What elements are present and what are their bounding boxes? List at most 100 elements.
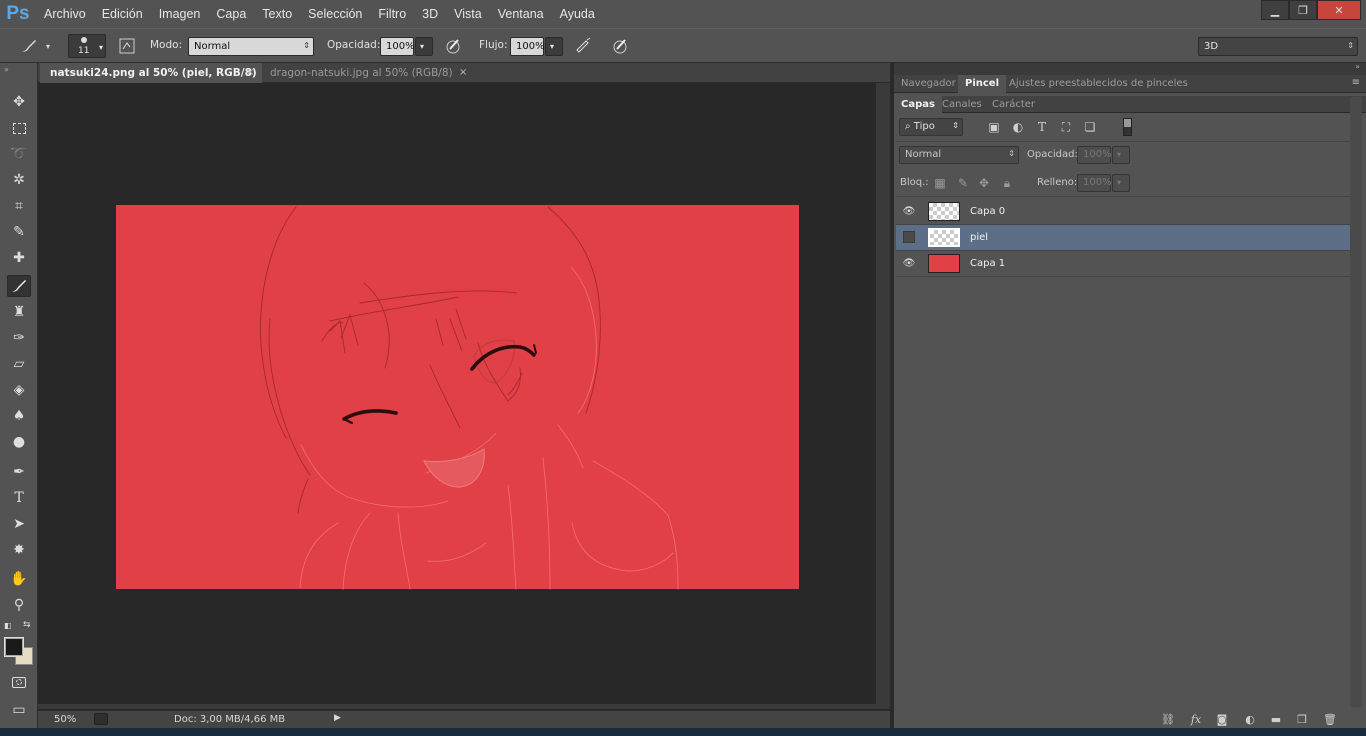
layer-row-capa-0[interactable]: 👁︎ Capa 0: [896, 199, 1350, 225]
delete-layer-icon[interactable]: 🗑︎: [1322, 711, 1338, 727]
opacity-dropdown[interactable]: ▾: [415, 37, 433, 56]
brush-panel-toggle-icon[interactable]: [116, 36, 138, 56]
tab-dragon-natsuki[interactable]: dragon-natsuki.jpg al 50% (RGB/8): [260, 63, 478, 83]
collapse-dock-icon[interactable]: »: [1355, 62, 1360, 71]
layer-style-icon[interactable]: fx: [1188, 711, 1204, 727]
airbrush-icon[interactable]: [572, 36, 594, 56]
blend-mode-select[interactable]: Normal ⇕: [899, 146, 1019, 164]
zoom-preview-icon[interactable]: [94, 713, 108, 725]
canvas-workspace[interactable]: [38, 83, 876, 709]
eyedropper-icon[interactable]: ✎: [7, 221, 31, 243]
new-group-icon[interactable]: ▬: [1268, 711, 1284, 727]
brush-size-picker[interactable]: 11 ▾: [68, 34, 106, 58]
filter-pixel-icon[interactable]: ▣: [986, 119, 1002, 135]
menu-seleccion[interactable]: Selección: [300, 0, 370, 28]
path-selection-icon[interactable]: ➤: [7, 513, 31, 535]
screen-mode-icon[interactable]: ▭: [7, 699, 31, 721]
eye-icon[interactable]: 👁︎: [902, 256, 916, 270]
hand-tool-icon[interactable]: ✋: [7, 568, 31, 590]
visibility-toggle[interactable]: [903, 231, 915, 243]
new-adjustment-icon[interactable]: ◐: [1242, 711, 1258, 727]
menu-ventana[interactable]: Ventana: [490, 0, 552, 28]
brush-tool-preset-icon[interactable]: [18, 36, 40, 56]
paint-bucket-icon[interactable]: ◈: [7, 379, 31, 401]
layer-name[interactable]: Capa 0: [970, 206, 1005, 217]
lock-position-icon[interactable]: ✥: [976, 175, 992, 191]
tab-canales[interactable]: Canales: [935, 96, 989, 114]
pressure-opacity-icon[interactable]: [442, 36, 464, 56]
opacity-input[interactable]: 100%: [380, 37, 415, 56]
layer-name[interactable]: Capa 1: [970, 258, 1005, 269]
close-window-button[interactable]: ✕: [1317, 0, 1361, 20]
layer-row-piel[interactable]: piel: [896, 225, 1350, 251]
flow-input[interactable]: 100%: [510, 37, 545, 56]
tab-caracter[interactable]: Carácter: [985, 96, 1042, 114]
fill-dropdown[interactable]: ▾: [1112, 174, 1130, 192]
menu-edicion[interactable]: Edición: [94, 0, 151, 28]
layers-scrollbar[interactable]: [1350, 97, 1362, 707]
quick-mask-icon[interactable]: [7, 671, 31, 693]
document-canvas[interactable]: [38, 83, 876, 709]
horizontal-scrollbar[interactable]: [38, 704, 890, 709]
type-tool-icon[interactable]: T: [7, 487, 31, 509]
menu-imagen[interactable]: Imagen: [151, 0, 209, 28]
swap-colors-icon[interactable]: ⇆: [23, 620, 31, 630]
tab-ajustes-pinceles[interactable]: Ajustes preestablecidos de pinceles: [1002, 75, 1195, 93]
tab-natsuki24[interactable]: natsuki24.png al 50% (piel, RGB/8) *: [40, 63, 262, 99]
foreground-color-swatch[interactable]: [4, 637, 24, 657]
workspace-select[interactable]: 3D ⇕: [1198, 37, 1358, 56]
marquee-tool-icon[interactable]: [7, 117, 31, 139]
menu-3d[interactable]: 3D: [414, 0, 446, 28]
canvas-image[interactable]: [116, 205, 799, 589]
default-colors-icon[interactable]: ◧: [4, 621, 12, 630]
eye-icon[interactable]: 👁︎: [902, 204, 916, 218]
menu-texto[interactable]: Texto: [254, 0, 300, 28]
mode-select[interactable]: Normal ⇕: [188, 37, 314, 56]
close-tab-icon[interactable]: ×: [459, 63, 467, 83]
dodge-tool-icon[interactable]: ●: [7, 431, 31, 453]
lock-transparent-icon[interactable]: ▦: [932, 175, 948, 191]
filter-adjustment-icon[interactable]: ◐: [1010, 119, 1026, 135]
menu-filtro[interactable]: Filtro: [370, 0, 414, 28]
vertical-scrollbar[interactable]: [876, 83, 890, 709]
minimize-button[interactable]: ▁: [1261, 0, 1289, 20]
crop-tool-icon[interactable]: ⌗: [7, 195, 31, 217]
shape-tool-icon[interactable]: ✸: [7, 539, 31, 561]
tab-pincel[interactable]: Pincel: [958, 75, 1007, 93]
pen-tool-icon[interactable]: ✒: [7, 461, 31, 483]
restore-button[interactable]: ❐: [1289, 0, 1317, 20]
link-layers-icon[interactable]: ⛓: [1160, 711, 1176, 727]
collapse-icon[interactable]: »: [4, 65, 9, 74]
filter-type-icon[interactable]: T: [1034, 119, 1050, 135]
brush-tool-icon[interactable]: [7, 275, 31, 297]
menu-vista[interactable]: Vista: [446, 0, 490, 28]
new-layer-icon[interactable]: ❐: [1294, 711, 1310, 727]
lasso-tool-icon[interactable]: ➰: [7, 143, 31, 165]
layer-filter-select[interactable]: ⌕ Tipo ⇕: [899, 118, 963, 136]
filter-shape-icon[interactable]: ⛶: [1058, 119, 1074, 135]
healing-brush-icon[interactable]: ✚: [7, 247, 31, 269]
layer-opacity-input[interactable]: 100%: [1077, 146, 1112, 164]
move-tool-icon[interactable]: ✥: [7, 91, 31, 113]
eraser-icon[interactable]: ▱: [7, 353, 31, 375]
lock-image-icon[interactable]: ✎: [955, 175, 971, 191]
lock-all-icon[interactable]: 🔒︎: [999, 175, 1015, 191]
close-tab-icon[interactable]: ×: [246, 63, 254, 83]
fill-input[interactable]: 100%: [1077, 174, 1112, 192]
zoom-level[interactable]: 50%: [54, 714, 76, 725]
magic-wand-icon[interactable]: ✲: [7, 169, 31, 191]
panel-menu-icon[interactable]: ≡: [1352, 77, 1360, 88]
zoom-tool-icon[interactable]: ⚲: [7, 594, 31, 616]
layer-opacity-dropdown[interactable]: ▾: [1112, 146, 1130, 164]
add-mask-icon[interactable]: ◙: [1214, 711, 1230, 727]
filter-toggle[interactable]: [1123, 118, 1132, 136]
stamp-tool-icon[interactable]: ♜: [7, 301, 31, 323]
filter-smart-object-icon[interactable]: ❏: [1082, 119, 1098, 135]
layer-row-capa-1[interactable]: 👁︎ Capa 1: [896, 251, 1350, 277]
preset-dropdown-icon[interactable]: ▾: [42, 36, 54, 56]
status-menu-arrow-icon[interactable]: ▶: [334, 713, 341, 723]
tab-navegador[interactable]: Navegador: [894, 75, 963, 93]
blur-tool-icon[interactable]: ♠: [7, 405, 31, 427]
menu-capa[interactable]: Capa: [208, 0, 254, 28]
history-brush-icon[interactable]: ✑: [7, 327, 31, 349]
